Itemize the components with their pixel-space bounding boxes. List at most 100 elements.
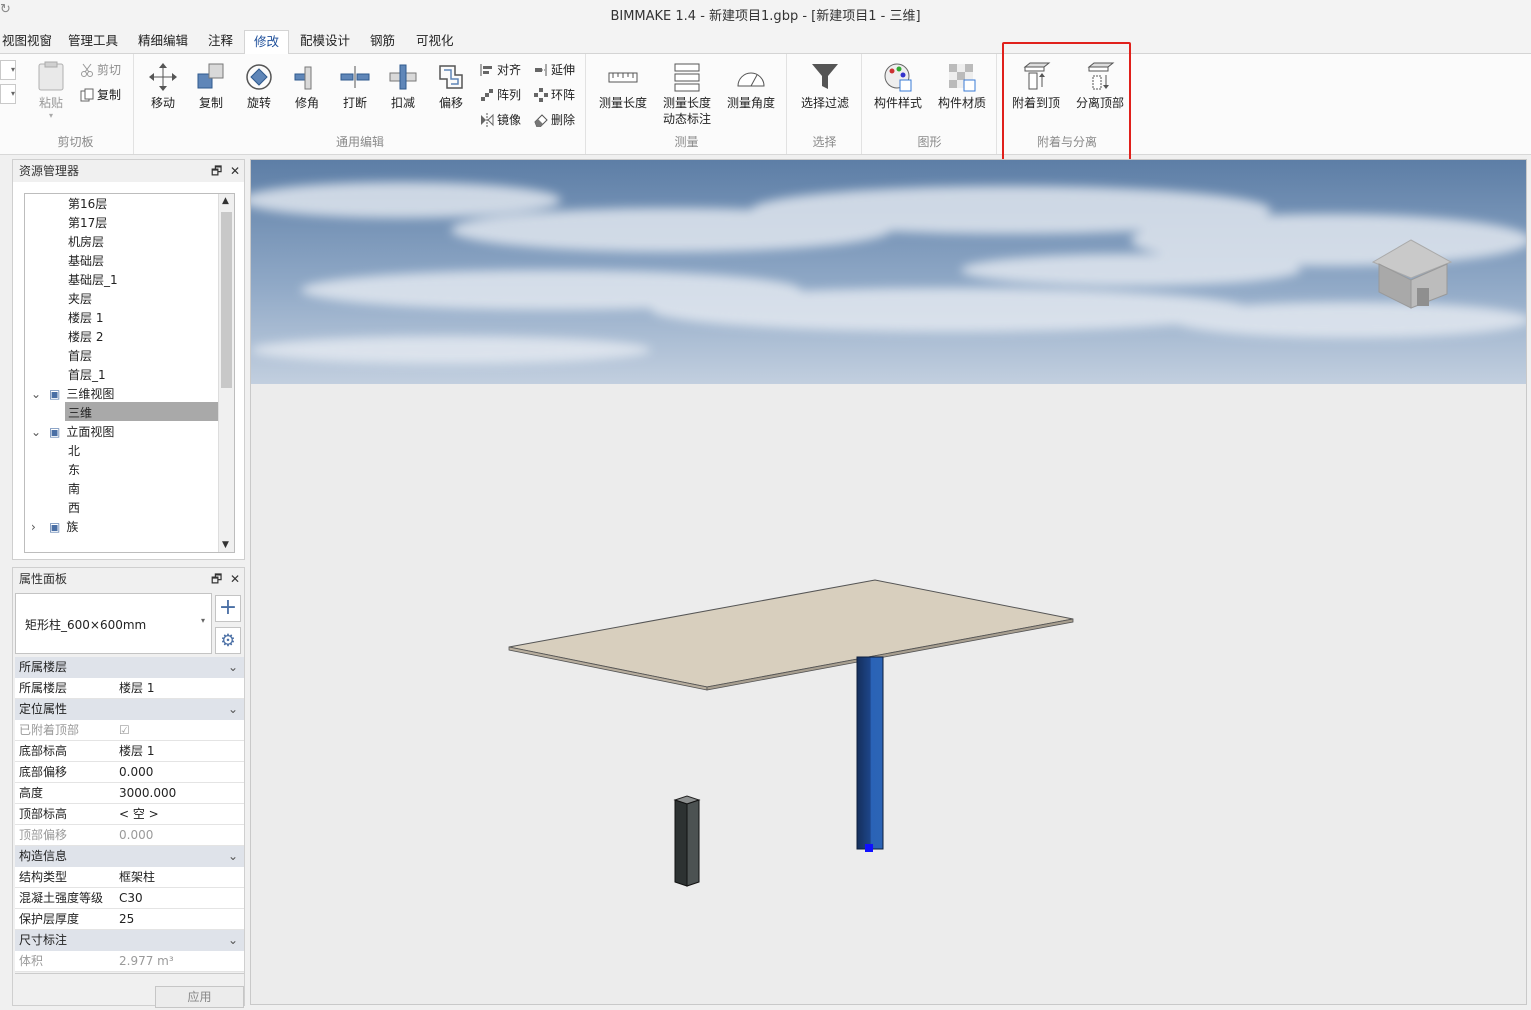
delete-button[interactable]: 删除 <box>534 110 575 130</box>
restore-icon[interactable]: 🗗 <box>211 572 222 586</box>
tree-item[interactable]: 西 <box>68 499 80 518</box>
extend-button[interactable]: 延伸 <box>534 60 575 80</box>
column-grip-handle[interactable] <box>865 844 873 852</box>
tree-item[interactable]: 楼层 2 <box>68 328 103 347</box>
tree-scrollbar[interactable]: ▲ ▼ <box>218 194 234 552</box>
attach-group-label: 附着与分离 <box>1036 135 1097 149</box>
prop-base-offset[interactable]: 底部偏移 0.000 <box>15 762 244 783</box>
title-bar: ↻ BIMMAKE 1.4 - 新建项目1.gbp - [新建项目1 - 三维] <box>0 0 1531 28</box>
tree-item[interactable]: 三维 <box>68 404 92 423</box>
tab-formwork-design[interactable]: 配模设计 <box>298 32 352 54</box>
detach-top-button[interactable]: 分离顶部 <box>1070 58 1130 130</box>
dropdown-stub-1[interactable]: ▾ <box>0 60 16 80</box>
tab-fine-edit[interactable]: 精细编辑 <box>136 32 190 54</box>
tree-item[interactable]: ⌄ ▣ 三维视图 <box>31 385 114 404</box>
tab-annotate[interactable]: 注释 <box>206 32 235 54</box>
tree-item[interactable]: 基础层_1 <box>68 271 118 290</box>
chevron-down-icon[interactable]: ▾ <box>201 616 205 625</box>
prop-base-level[interactable]: 底部标高 楼层 1 <box>15 741 244 762</box>
mirror-button[interactable]: 镜像 <box>480 110 521 130</box>
chevron-down-icon[interactable]: ⌄ <box>228 699 238 720</box>
prop-attached-top: 已附着顶部 ☑ <box>15 720 244 741</box>
chevron-down-icon[interactable]: ⌄ <box>228 657 238 678</box>
select-filter-button[interactable]: 选择过滤 <box>795 58 855 130</box>
prop-level[interactable]: 所属楼层 楼层 1 <box>15 678 244 699</box>
measure-length-button[interactable]: 测量长度 <box>593 58 653 130</box>
measure-dynamic-button[interactable]: 测量长度 动态标注 <box>657 58 717 130</box>
chevron-down-icon[interactable]: ⌄ <box>228 846 238 867</box>
tree-item[interactable]: ⌄ ▣ 立面视图 <box>31 423 114 442</box>
3d-viewport[interactable] <box>250 159 1527 1005</box>
prop-top-level[interactable]: 顶部标高 < 空 > <box>15 804 244 825</box>
graphics-group-label: 图形 <box>917 135 942 149</box>
delete-label: 删除 <box>551 113 576 127</box>
project-tree: 第16层 第17层 机房层 基础层 基础层_1 夹层 楼层 1 楼层 2 首层 首层_1 ⌄ ▣ 三维视… <box>24 193 235 553</box>
cut-button[interactable]: 剪切 <box>80 60 121 80</box>
prop-cover-thickness[interactable]: 保护层厚度 25 <box>15 909 244 930</box>
apply-button[interactable]: 应用 <box>155 986 244 1008</box>
close-icon[interactable]: ✕ <box>230 164 240 178</box>
resource-manager-header: 资源管理器 🗗 ✕ <box>13 160 244 182</box>
category-level[interactable]: 所属楼层 ⌄ <box>15 657 244 678</box>
deduct-icon <box>389 64 417 90</box>
scene-canvas[interactable] <box>251 160 1527 1005</box>
offset-button[interactable]: 偏移 <box>421 58 481 130</box>
prop-concrete-grade[interactable]: 混凝土强度等级 C30 <box>15 888 244 909</box>
tab-rebar[interactable]: 钢筋 <box>368 32 397 54</box>
tree-item[interactable]: 第16层 <box>68 195 107 214</box>
tree-item[interactable]: 首层 <box>68 347 92 366</box>
tree-scroll-thumb[interactable] <box>221 212 232 388</box>
window-title: BIMMAKE 1.4 - 新建项目1.gbp - [新建项目1 - 三维] <box>610 9 921 24</box>
chevron-down-icon[interactable]: ⌄ <box>228 930 238 951</box>
edit-type-button[interactable]: ⚙ <box>215 627 241 654</box>
paste-icon <box>38 61 64 91</box>
tree-item[interactable]: 东 <box>68 461 80 480</box>
tree-item[interactable]: 基础层 <box>68 252 104 271</box>
align-button[interactable]: 对齐 <box>480 60 521 80</box>
type-selector-value: 矩形柱_600×600mm <box>25 618 147 632</box>
chevron-down-icon[interactable]: ⌄ <box>31 423 45 442</box>
tree-item[interactable]: › ▣ 族 <box>31 518 78 537</box>
chevron-down-icon[interactable]: ⌄ <box>31 385 45 404</box>
prop-height[interactable]: 高度 3000.000 <box>15 783 244 804</box>
component-material-button[interactable]: 构件材质 <box>932 58 992 130</box>
add-type-button[interactable]: + <box>215 595 241 622</box>
tree-item[interactable]: 首层_1 <box>68 366 106 385</box>
tree-item[interactable]: 机房层 <box>68 233 104 252</box>
attach-top-button[interactable]: 附着到顶 <box>1006 58 1066 130</box>
tree-item[interactable]: 北 <box>68 442 80 461</box>
restore-icon[interactable]: 🗗 <box>211 164 222 178</box>
tree-item[interactable]: 第17层 <box>68 214 107 233</box>
tab-view-window[interactable]: 视图视窗 <box>0 32 54 54</box>
ring-array-button[interactable]: 环阵 <box>534 85 575 105</box>
type-selector[interactable]: 矩形柱_600×600mm ▾ <box>15 593 212 654</box>
select-filter-label: 选择过滤 <box>800 96 849 110</box>
scroll-up-icon[interactable]: ▲ <box>222 196 229 206</box>
tab-manage-tools[interactable]: 管理工具 <box>66 32 120 54</box>
scroll-down-icon[interactable]: ▼ <box>222 540 229 550</box>
measure-length-label: 测量长度 <box>598 96 647 110</box>
category-position[interactable]: 定位属性 ⌄ <box>15 699 244 720</box>
category-construction[interactable]: 构造信息 ⌄ <box>15 846 244 867</box>
close-icon[interactable]: ✕ <box>230 572 240 586</box>
paste-button[interactable]: 粘贴 ▾ <box>24 58 78 130</box>
mirror-icon <box>481 113 494 127</box>
tab-modify[interactable]: 修改 <box>244 30 290 54</box>
tab-visualize[interactable]: 可视化 <box>414 32 456 54</box>
tree-item[interactable]: 楼层 1 <box>68 309 103 328</box>
dropdown-stub-2[interactable]: ▾ <box>0 84 16 104</box>
paste-dropdown-icon[interactable]: ▾ <box>24 111 78 120</box>
component-style-button[interactable]: 构件样式 <box>868 58 928 130</box>
material-icon <box>949 64 976 92</box>
measure-angle-button[interactable]: 测量角度 <box>721 58 781 130</box>
copy-clipboard-button[interactable]: 复制 <box>80 85 121 105</box>
tree-item[interactable]: 夹层 <box>68 290 92 309</box>
category-dimension[interactable]: 尺寸标注 ⌄ <box>15 930 244 951</box>
copy-clipboard-label: 复制 <box>97 88 122 102</box>
prop-structure-type[interactable]: 结构类型 框架柱 <box>15 867 244 888</box>
unattached-column[interactable] <box>673 795 701 887</box>
array-button[interactable]: 阵列 <box>480 85 521 105</box>
tree-item[interactable]: 南 <box>68 480 80 499</box>
chevron-right-icon[interactable]: › <box>31 518 45 537</box>
selected-column[interactable] <box>856 656 884 852</box>
